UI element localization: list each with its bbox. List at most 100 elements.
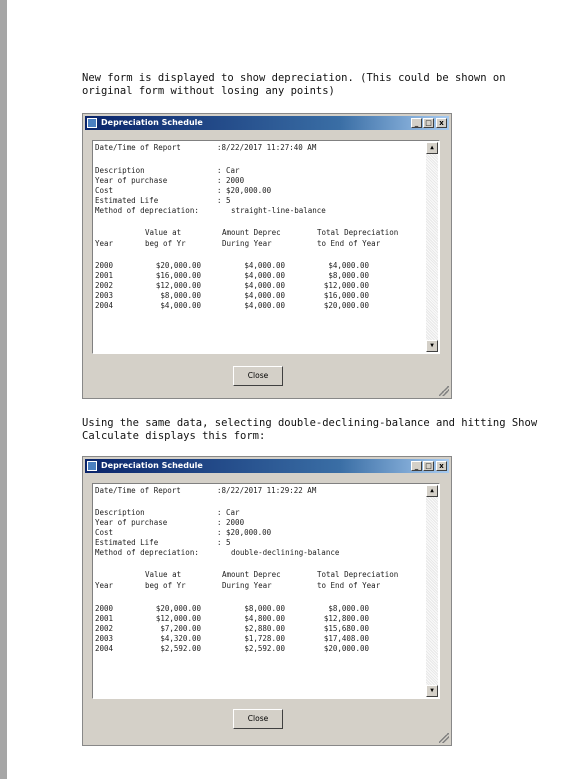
- row-amount: $4,800.00: [244, 614, 285, 623]
- header-year: Year: [95, 239, 114, 248]
- description-label: Description: [95, 508, 145, 517]
- row-value: $2,592.00: [160, 644, 201, 653]
- row-total: $4,000.00: [328, 261, 369, 270]
- row-total: $15,680.00: [323, 624, 369, 633]
- close-button[interactable]: Close: [233, 366, 283, 386]
- life-label: Estimated Life: [95, 538, 159, 547]
- description-value: : Car: [217, 166, 240, 175]
- method-label: Method of depreciation:: [95, 548, 199, 557]
- close-button[interactable]: Close: [233, 709, 283, 729]
- row-value: $12,000.00: [155, 614, 201, 623]
- row-value: $16,000.00: [155, 271, 201, 280]
- header-value-bottom: beg of Yr: [145, 239, 186, 248]
- row-year: 2002: [95, 624, 114, 633]
- resize-grip-icon[interactable]: [439, 733, 449, 743]
- row-value: $7,200.00: [160, 624, 201, 633]
- row-value: $20,000.00: [155, 261, 201, 270]
- page-margin-bar: [0, 0, 7, 779]
- row-amount: $4,000.00: [244, 291, 285, 300]
- cost-value: : $20,000.00: [217, 528, 272, 537]
- minimize-button[interactable]: _: [411, 118, 422, 128]
- app-icon: [87, 118, 97, 128]
- row-total: $20,000.00: [323, 301, 369, 310]
- row-amount: $1,728.00: [244, 634, 285, 643]
- maximize-button[interactable]: □: [423, 118, 434, 128]
- cost-label: Cost: [95, 528, 114, 537]
- second-paragraph: Using the same data, selecting double-de…: [82, 417, 544, 442]
- vertical-scrollbar[interactable]: ▲ ▼: [426, 142, 438, 352]
- method-value: double-declining-balance: [231, 548, 340, 557]
- method-label: Method of depreciation:: [95, 206, 199, 215]
- header-amount-bottom: During Year: [222, 239, 272, 248]
- life-label: Estimated Life: [95, 196, 159, 205]
- depreciation-window-2: Depreciation Schedule _ □ x Date/Time of…: [82, 456, 452, 746]
- row-amount: $4,000.00: [244, 281, 285, 290]
- report-textbox[interactable]: Date/Time of Report :8/22/2017 11:27:40 …: [92, 140, 440, 354]
- description-label: Description: [95, 166, 145, 175]
- datetime-label: Date/Time of Report: [95, 486, 181, 495]
- datetime-value: :8/22/2017 11:27:40 AM: [217, 143, 317, 152]
- life-value: : 5: [217, 196, 231, 205]
- header-amount-top: Amount Deprec: [222, 228, 281, 237]
- description-value: : Car: [217, 508, 240, 517]
- year-purchase-label: Year of purchase: [95, 176, 168, 185]
- scroll-up-icon[interactable]: ▲: [426, 142, 438, 154]
- close-window-button[interactable]: x: [436, 118, 447, 128]
- row-value: $4,000.00: [160, 301, 201, 310]
- row-year: 2001: [95, 614, 114, 623]
- scroll-down-icon[interactable]: ▼: [426, 685, 438, 697]
- header-year: Year: [95, 581, 114, 590]
- window-title: Depreciation Schedule: [101, 118, 203, 127]
- datetime-label: Date/Time of Report: [95, 143, 181, 152]
- row-value: $8,000.00: [160, 291, 201, 300]
- minimize-button[interactable]: _: [411, 461, 422, 471]
- method-value: straight-line-balance: [231, 206, 326, 215]
- row-total: $12,800.00: [323, 614, 369, 623]
- window-title: Depreciation Schedule: [101, 461, 203, 470]
- year-purchase-label: Year of purchase: [95, 518, 168, 527]
- life-value: : 5: [217, 538, 231, 547]
- close-window-button[interactable]: x: [436, 461, 447, 471]
- row-year: 2004: [95, 301, 114, 310]
- row-year: 2003: [95, 291, 114, 300]
- datetime-value: :8/22/2017 11:29:22 AM: [217, 486, 317, 495]
- app-icon: [87, 461, 97, 471]
- report-textbox[interactable]: Date/Time of Report :8/22/2017 11:29:22 …: [92, 483, 440, 699]
- row-value: $4,320.00: [160, 634, 201, 643]
- row-year: 2004: [95, 644, 114, 653]
- resize-grip-icon[interactable]: [439, 386, 449, 396]
- year-purchase-value: : 2000: [217, 176, 245, 185]
- row-amount: $4,000.00: [244, 301, 285, 310]
- scroll-up-icon[interactable]: ▲: [426, 485, 438, 497]
- depreciation-window-1: Depreciation Schedule _ □ x Date/Time of…: [82, 113, 452, 399]
- row-value: $20,000.00: [155, 604, 201, 613]
- scroll-down-icon[interactable]: ▼: [426, 340, 438, 352]
- header-total-bottom: to End of Year: [317, 239, 381, 248]
- intro-paragraph: New form is displayed to show depreciati…: [82, 72, 512, 97]
- row-total: $12,000.00: [323, 281, 369, 290]
- row-total: $8,000.00: [328, 604, 369, 613]
- header-total-top: Total Depreciation: [317, 570, 399, 579]
- cost-value: : $20,000.00: [217, 186, 272, 195]
- row-amount: $4,000.00: [244, 271, 285, 280]
- header-value-top: Value at: [145, 228, 182, 237]
- row-year: 2003: [95, 634, 114, 643]
- window-titlebar[interactable]: Depreciation Schedule _ □ x: [85, 116, 449, 130]
- header-value-top: Value at: [145, 570, 182, 579]
- vertical-scrollbar[interactable]: ▲ ▼: [426, 485, 438, 697]
- row-amount: $8,000.00: [244, 604, 285, 613]
- row-amount: $2,592.00: [244, 644, 285, 653]
- row-amount: $2,880.00: [244, 624, 285, 633]
- window-titlebar[interactable]: Depreciation Schedule _ □ x: [85, 459, 449, 473]
- year-purchase-value: : 2000: [217, 518, 245, 527]
- maximize-button[interactable]: □: [423, 461, 434, 471]
- cost-label: Cost: [95, 186, 114, 195]
- header-total-bottom: to End of Year: [317, 581, 381, 590]
- row-year: 2002: [95, 281, 114, 290]
- header-amount-bottom: During Year: [222, 581, 272, 590]
- row-value: $12,000.00: [155, 281, 201, 290]
- header-amount-top: Amount Deprec: [222, 570, 281, 579]
- row-amount: $4,000.00: [244, 261, 285, 270]
- row-year: 2000: [95, 261, 114, 270]
- row-total: $20,000.00: [323, 644, 369, 653]
